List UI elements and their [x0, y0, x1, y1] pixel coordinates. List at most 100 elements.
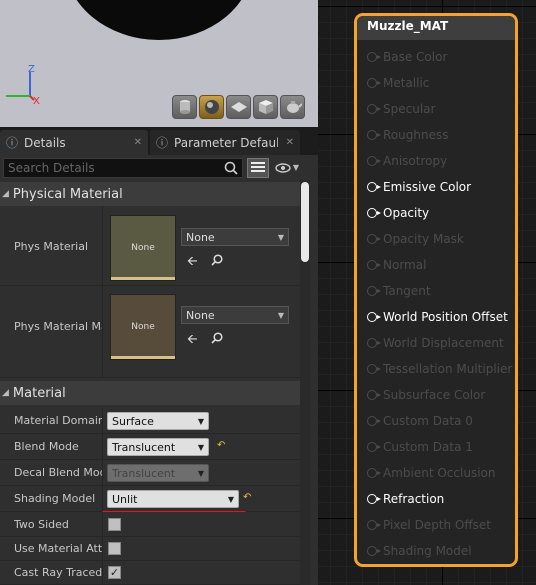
pin-label: Anisotropy [383, 154, 448, 168]
two-sided-checkbox[interactable] [108, 518, 121, 531]
node-pin[interactable]: Normal [367, 258, 426, 272]
close-icon[interactable]: ✕ [134, 137, 142, 148]
column-divider [102, 486, 103, 511]
arrow-left-icon[interactable]: 🡨 [187, 330, 198, 352]
cylinder-icon[interactable] [172, 95, 197, 119]
view-options-button[interactable]: ▼ [273, 158, 301, 178]
pin-connector-icon[interactable] [367, 78, 381, 88]
checkmark-icon: ✓ [109, 566, 120, 579]
node-pin[interactable]: Pixel Depth Offset [367, 518, 491, 532]
pin-label: Opacity [383, 206, 430, 220]
node-pin[interactable]: Opacity [367, 206, 429, 220]
teapot-icon[interactable] [280, 95, 305, 119]
pin-connector-icon[interactable] [367, 494, 381, 504]
pin-connector-icon[interactable] [367, 234, 381, 244]
chevron-down-icon: ▼ [277, 310, 284, 320]
tab-parameter-defaults[interactable]: ⓘ Parameter Defaults ✕ [150, 130, 300, 155]
arrow-left-icon[interactable]: 🡨 [187, 252, 198, 274]
blend-mode-dropdown[interactable]: Translucent ▼ [107, 438, 209, 456]
cube-icon[interactable] [253, 95, 278, 119]
scrollbar-thumb[interactable] [301, 182, 309, 262]
pin-connector-icon[interactable] [367, 208, 381, 218]
asset-picker-combo[interactable]: None ▼ [181, 306, 289, 324]
pin-connector-icon[interactable] [367, 416, 381, 426]
node-pin[interactable]: World Displacement [367, 336, 504, 350]
property-row-phys-material-mask: Phys Material Ma None None ▼ 🡨 [0, 286, 300, 378]
category-physical-material[interactable]: ◢ Physical Material [0, 182, 300, 206]
pin-connector-icon[interactable] [367, 364, 381, 374]
search-details-input[interactable]: Search Details [3, 157, 243, 178]
node-pin[interactable]: Base Color [367, 50, 447, 64]
plane-icon[interactable] [226, 95, 251, 119]
property-row-material-domain: Material Domain Surface ▼ [0, 408, 300, 434]
tab-details[interactable]: ⓘ Details ✕ [0, 130, 148, 155]
pin-label: World Position Offset [383, 310, 508, 324]
pin-connector-icon[interactable] [367, 260, 381, 270]
property-label: Phys Material Ma [14, 320, 102, 333]
node-pin[interactable]: Anisotropy [367, 154, 447, 168]
pin-connector-icon[interactable] [367, 338, 381, 348]
pin-connector-icon[interactable] [367, 442, 381, 452]
pin-connector-icon[interactable] [367, 104, 381, 114]
use-material-attributes-checkbox[interactable] [108, 542, 121, 555]
pin-connector-icon[interactable] [367, 130, 381, 140]
asset-picker-combo[interactable]: None ▼ [181, 228, 289, 246]
combo-value: None [186, 308, 215, 322]
sphere-icon[interactable] [199, 95, 224, 119]
node-pin[interactable]: Opacity Mask [367, 232, 464, 246]
shading-model-dropdown[interactable]: Unlit ▼ [107, 490, 239, 508]
cast-ray-traced-checkbox[interactable]: ✓ [108, 566, 121, 579]
node-pin[interactable]: World Position Offset [367, 310, 508, 324]
close-icon[interactable]: ✕ [286, 137, 294, 148]
property-label: Shading Model [14, 492, 96, 505]
node-pin[interactable]: Roughness [367, 128, 448, 142]
property-row-use-material-attributes: Use Material Attri [0, 537, 300, 561]
node-pin[interactable]: Subsurface Color [367, 388, 485, 402]
category-title: Material [12, 385, 66, 401]
column-divider [102, 408, 103, 433]
node-pin[interactable]: Refraction [367, 492, 444, 506]
node-pin[interactable]: Emissive Color [367, 180, 471, 194]
pin-label: Tangent [383, 284, 431, 298]
thumbnail-label: None [131, 243, 155, 253]
material-domain-dropdown[interactable]: Surface ▼ [107, 412, 209, 430]
pin-label: Opacity Mask [383, 232, 464, 246]
node-pin[interactable]: Custom Data 1 [367, 440, 473, 454]
pin-connector-icon[interactable] [367, 468, 381, 478]
asset-thumbnail[interactable]: None [110, 294, 176, 360]
column-divider [102, 286, 103, 377]
property-label: Blend Mode [14, 440, 79, 453]
tab-parameter-defaults-label: Parameter Defaults [174, 135, 279, 150]
pin-connector-icon[interactable] [367, 286, 381, 296]
node-pin[interactable]: Custom Data 0 [367, 414, 473, 428]
pin-connector-icon[interactable] [367, 182, 381, 192]
reset-to-default-icon[interactable]: ↶ [243, 492, 251, 503]
pin-connector-icon[interactable] [367, 156, 381, 166]
details-scrollbar[interactable] [300, 180, 310, 585]
category-title: Physical Material [12, 186, 123, 202]
preview-viewport[interactable]: Z X [0, 0, 318, 127]
search-icon[interactable] [211, 254, 223, 266]
node-pin[interactable]: Metallic [367, 76, 429, 90]
asset-thumbnail[interactable]: None [110, 215, 176, 281]
node-pin[interactable]: Specular [367, 102, 435, 116]
material-graph-canvas[interactable]: Muzzle_MAT Base Color Metallic Specular Rou… [318, 0, 536, 585]
column-divider [102, 460, 103, 485]
pin-connector-icon[interactable] [367, 546, 381, 556]
property-matrix-button[interactable] [247, 157, 269, 178]
pin-connector-icon[interactable] [367, 52, 381, 62]
pin-connector-icon[interactable] [367, 390, 381, 400]
node-pin[interactable]: Tessellation Multiplier [367, 362, 512, 376]
material-result-node[interactable]: Muzzle_MAT Base Color Metallic Specular Rou… [354, 13, 518, 567]
pin-connector-icon[interactable] [367, 520, 381, 530]
pin-connector-icon[interactable] [367, 312, 381, 322]
node-pin[interactable]: Shading Model [367, 544, 472, 558]
dropdown-value: Unlit [112, 492, 138, 506]
node-pin[interactable]: Tangent [367, 284, 431, 298]
category-material[interactable]: ◢ Material [0, 381, 300, 405]
reset-to-default-icon[interactable]: ↶ [217, 440, 225, 451]
collapse-arrow-icon: ◢ [2, 388, 9, 398]
property-row-cast-ray-traced: Cast Ray Traced S ✓ [0, 561, 300, 585]
search-icon[interactable] [211, 332, 223, 344]
node-pin[interactable]: Ambient Occlusion [367, 466, 495, 480]
